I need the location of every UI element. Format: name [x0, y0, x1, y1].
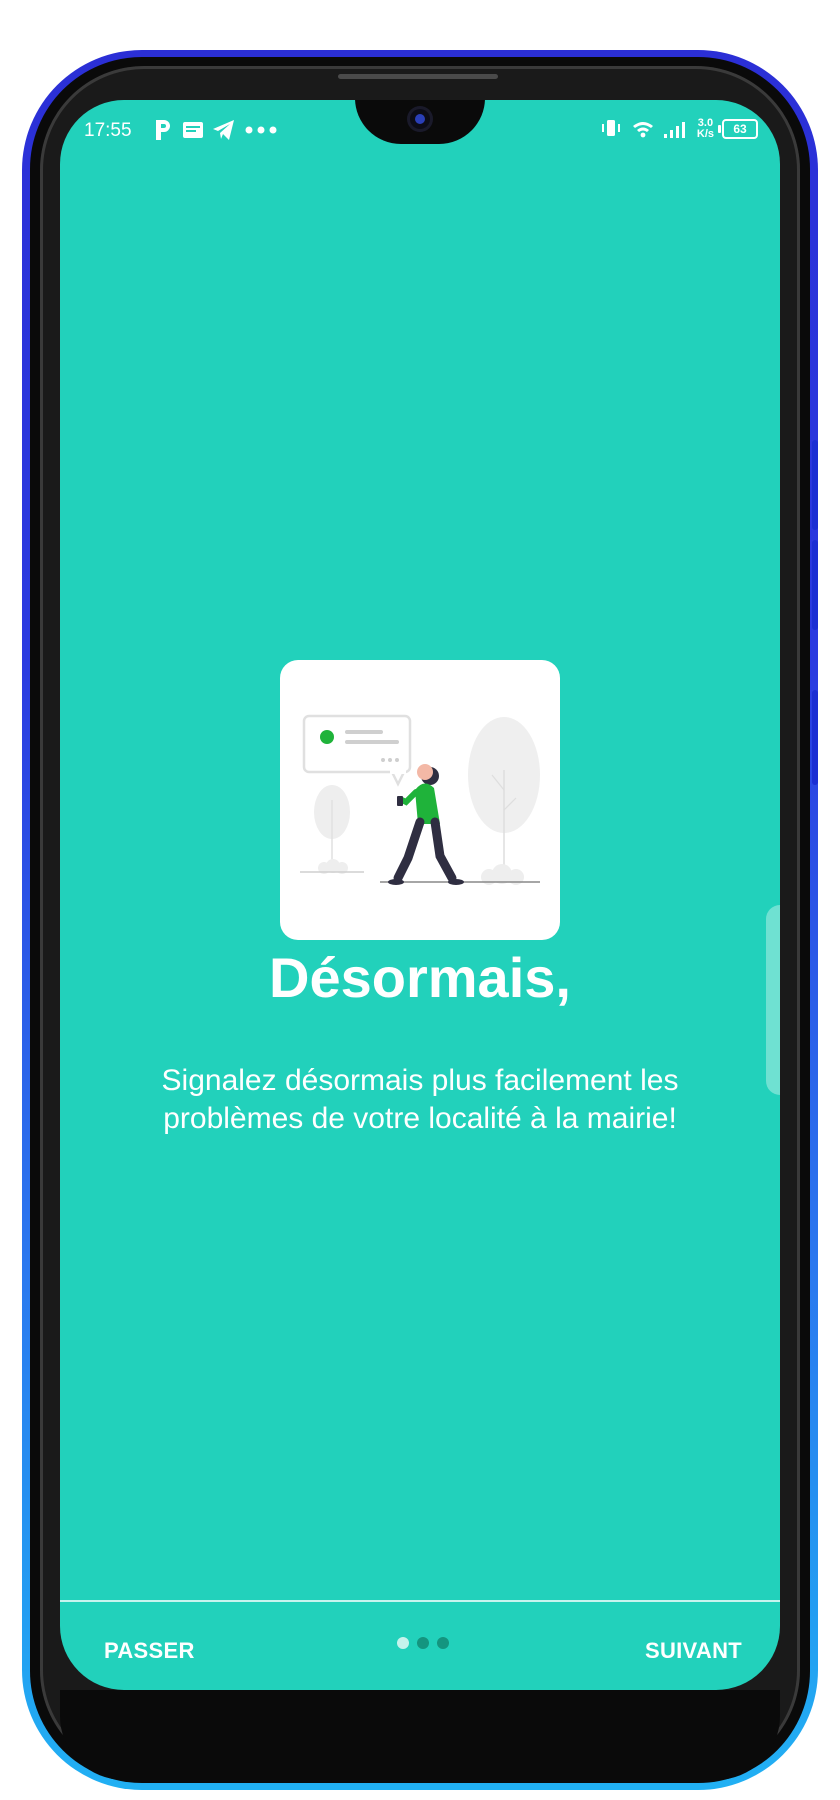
- volume-down-button: [812, 540, 818, 630]
- system-status-icons: 3.0 K/s 63: [599, 118, 758, 140]
- onboarding-illustration-card: [280, 660, 560, 940]
- power-button: [812, 690, 818, 785]
- notification-icons: [152, 118, 278, 142]
- page-indicator: [397, 1637, 449, 1649]
- skip-button[interactable]: PASSER: [104, 1638, 195, 1664]
- more-dots-icon: [245, 126, 277, 134]
- battery-level: 63: [733, 122, 747, 136]
- person-walking-with-phone-illustration: [300, 714, 540, 885]
- page-dot-3[interactable]: [437, 1637, 449, 1649]
- notes-icon: [183, 122, 203, 138]
- app-screen: 17:55 3.0 K/s 63 Désormais, Signalez dés…: [60, 100, 780, 1690]
- onboarding-headline: Désormais,: [269, 946, 571, 1009]
- bottom-divider: [60, 1600, 780, 1602]
- battery-indicator: 63: [718, 119, 758, 139]
- volume-up-button: [812, 440, 818, 530]
- telegram-icon: [213, 120, 234, 140]
- network-speed-unit: K/s: [696, 128, 714, 140]
- front-camera: [407, 106, 433, 132]
- parking-icon: [156, 120, 170, 140]
- edge-panel-handle[interactable]: [766, 905, 780, 1095]
- signal-icon: [663, 122, 685, 138]
- page-dot-2[interactable]: [417, 1637, 429, 1649]
- onboarding-description: Signalez désormais plus facilement les p…: [161, 1064, 679, 1135]
- status-time: 17:55: [84, 120, 132, 141]
- phone-chin: [60, 1690, 780, 1780]
- network-speed: 3.0 K/s: [697, 118, 714, 140]
- wifi-icon: [632, 122, 653, 138]
- page-dot-1[interactable]: [397, 1637, 409, 1649]
- next-button[interactable]: SUIVANT: [645, 1638, 742, 1664]
- earpiece-speaker: [338, 74, 498, 79]
- vibrate-icon: [601, 120, 620, 136]
